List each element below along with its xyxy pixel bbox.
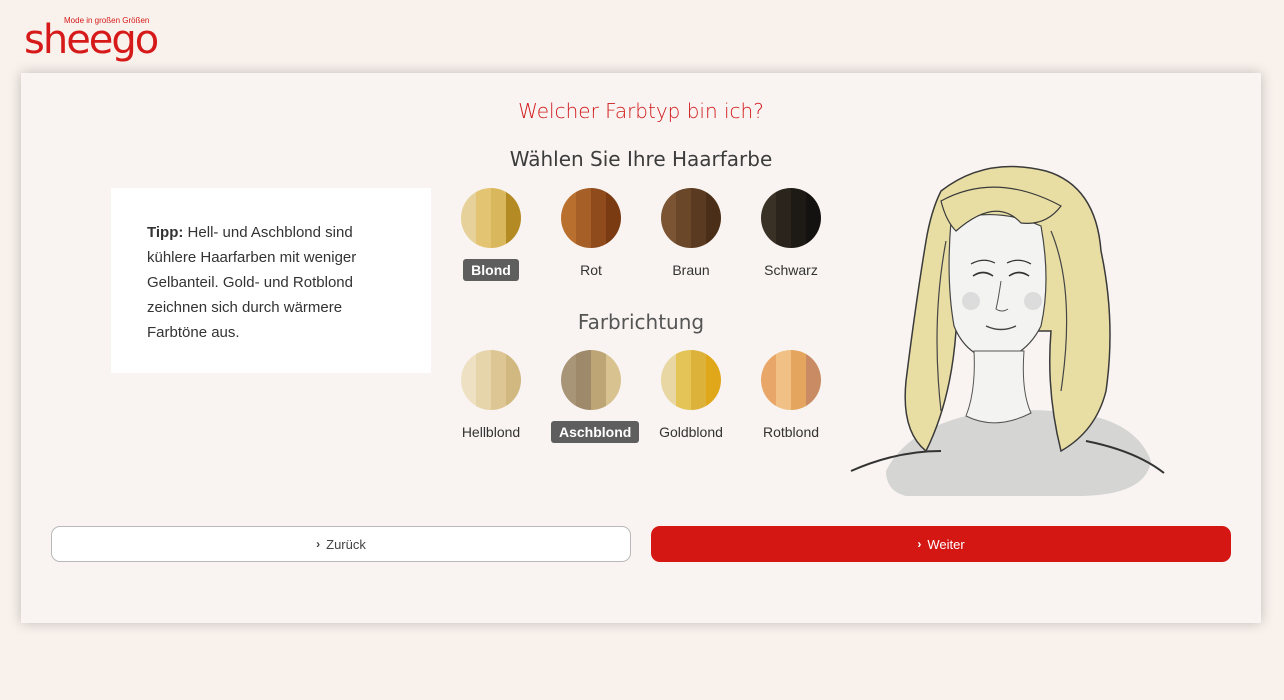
color-direction-swatch-circle[interactable] [761, 350, 821, 410]
quiz-title: Welcher Farbtyp bin ich? [518, 99, 764, 123]
tip-box: Tipp: Hell- und Aschblond sind kühlere H… [111, 188, 431, 373]
hair-color-heading: Wählen Sie Ihre Haarfarbe [509, 147, 773, 171]
color-direction-options: Hellblond Aschblond Goldblond Rotblond [451, 350, 851, 450]
color-type-quiz-card: Welcher Farbtyp bin ich? Tipp: Hell- und… [21, 73, 1261, 623]
hair-color-options: Blond Rot Braun Schwarz [451, 188, 851, 288]
hair-color-option-label[interactable]: Schwarz [756, 259, 826, 281]
back-button[interactable]: › Zurück [51, 526, 631, 562]
tip-label: Tipp: [147, 224, 184, 241]
color-direction-swatch-circle[interactable] [561, 350, 621, 410]
hair-color-option-label[interactable]: Rot [572, 259, 610, 281]
next-button[interactable]: › Weiter [651, 526, 1231, 562]
hair-color-option-rot[interactable]: Rot [551, 188, 631, 281]
color-direction-option-label[interactable]: Goldblond [651, 421, 731, 443]
chevron-right-icon: › [917, 537, 922, 551]
tip-text: Hell- und Aschblond sind kühlere Haarfar… [147, 224, 357, 341]
hair-color-option-label[interactable]: Blond [463, 259, 519, 281]
color-direction-option-label[interactable]: Hellblond [454, 421, 528, 443]
hair-color-swatch-circle[interactable] [761, 188, 821, 248]
chevron-right-icon: › [316, 537, 321, 551]
color-direction-heading: Farbrichtung [577, 310, 705, 334]
sheego-logo[interactable]: Mode in großen Größen sheego [24, 16, 164, 66]
hair-color-option-schwarz[interactable]: Schwarz [751, 188, 831, 281]
color-direction-option-aschblond[interactable]: Aschblond [551, 350, 640, 443]
color-direction-option-hellblond[interactable]: Hellblond [451, 350, 531, 443]
hair-color-swatch-circle[interactable] [561, 188, 621, 248]
color-direction-swatch-circle[interactable] [661, 350, 721, 410]
color-direction-option-goldblond[interactable]: Goldblond [651, 350, 731, 443]
hair-color-swatch-circle[interactable] [661, 188, 721, 248]
hair-color-option-blond[interactable]: Blond [451, 188, 531, 281]
color-direction-option-label[interactable]: Aschblond [551, 421, 640, 443]
next-button-label: Weiter [927, 536, 965, 552]
back-button-label: Zurück [326, 536, 366, 552]
portrait-illustration [850, 165, 1165, 496]
logo-wordmark: sheego [24, 17, 159, 63]
hair-color-swatch-circle[interactable] [461, 188, 521, 248]
color-direction-option-label[interactable]: Rotblond [755, 421, 827, 443]
hair-color-option-braun[interactable]: Braun [651, 188, 731, 281]
color-direction-option-rotblond[interactable]: Rotblond [751, 350, 831, 443]
color-direction-swatch-circle[interactable] [461, 350, 521, 410]
hair-color-option-label[interactable]: Braun [664, 259, 717, 281]
